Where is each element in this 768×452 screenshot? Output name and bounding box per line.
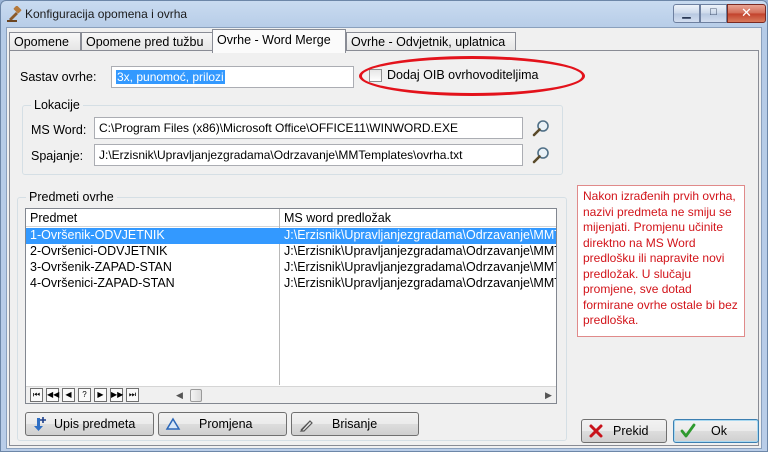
close-button[interactable]: ✕ <box>727 4 766 23</box>
table-row[interactable]: 4-Ovršenici-ZAPAD-STAN J:\Erzisnik\Uprav… <box>26 276 556 292</box>
prekid-button[interactable]: Prekid <box>581 419 667 443</box>
horizontal-scrollbar[interactable]: ◀ ▶ <box>172 388 556 403</box>
cell-predmet: 4-Ovršenici-ZAPAD-STAN <box>30 276 175 290</box>
cancel-x-icon <box>589 424 603 438</box>
first-record-icon[interactable]: ⏮ <box>30 388 43 402</box>
upis-predmeta-button[interactable]: Upis predmeta <box>25 412 154 436</box>
close-icon: ✕ <box>741 5 752 20</box>
tab-opomene-pred-tuzbu[interactable]: Opomene pred tužbu <box>81 32 213 52</box>
last-record-icon[interactable]: ⏭ <box>126 388 139 402</box>
scroll-right-icon[interactable]: ▶ <box>541 388 556 403</box>
next-page-icon[interactable]: ▶▶ <box>110 388 123 402</box>
spajanje-path-input[interactable]: J:\Erzisnik\Upravljanjezgradama\Odrzavan… <box>94 144 523 166</box>
scroll-left-icon[interactable]: ◀ <box>172 388 187 403</box>
title-bar[interactable]: Konfiguracija opomena i ovrha ▁ □ ✕ <box>1 1 767 27</box>
minimize-icon: ▁ <box>682 7 691 19</box>
tab-label: Ovrhe - Odvjetnik, uplatnica <box>351 35 506 49</box>
table-row[interactable]: 3-Ovršenik-ZAPAD-STAN J:\Erzisnik\Upravl… <box>26 260 556 276</box>
warning-note-text: Nakon izrađenih prvih ovrha, nazivi pred… <box>583 189 738 327</box>
sastav-value: 3x, punomoć, prilozi <box>116 70 225 84</box>
ms-word-path-input[interactable]: C:\Program Files (x86)\Microsoft Office\… <box>94 117 523 139</box>
scroll-thumb[interactable] <box>190 389 202 402</box>
browse-spajanje-icon[interactable] <box>532 146 550 164</box>
prev-page-icon[interactable]: ◀◀ <box>46 388 59 402</box>
spajanje-label: Spajanje: <box>31 149 84 163</box>
sastav-label: Sastav ovrhe: <box>20 70 97 84</box>
upis-predmeta-label: Upis predmeta <box>54 417 136 431</box>
browse-ms-word-icon[interactable] <box>532 119 550 137</box>
cell-predlozak: J:\Erzisnik\Upravljanjezgradama\Odrzavan… <box>284 228 556 242</box>
minimize-button[interactable]: ▁ <box>673 4 700 23</box>
spajanje-path: J:\Erzisnik\Upravljanjezgradama\Odrzavan… <box>99 148 463 162</box>
cell-predlozak: J:\Erzisnik\Upravljanjezgradama\Odrzavan… <box>284 276 556 290</box>
tab-ovrhe-word-merge[interactable]: Ovrhe - Word Merge <box>212 29 346 53</box>
warning-note: Nakon izrađenih prvih ovrha, nazivi pred… <box>577 185 745 337</box>
ms-word-path: C:\Program Files (x86)\Microsoft Office\… <box>99 121 458 135</box>
cell-predmet: 2-Ovršenici-ODVJETNIK <box>30 244 168 258</box>
lokacije-title: Lokacije <box>31 98 83 112</box>
predmeti-title: Predmeti ovrhe <box>26 190 117 204</box>
checkmark-icon <box>680 423 696 438</box>
promjena-button[interactable]: Promjena <box>158 412 287 436</box>
ok-label: Ok <box>711 424 727 438</box>
grid-navigator: ⏮ ◀◀ ◀ ? ▶ ▶▶ ⏭ ◀ ▶ <box>26 386 556 403</box>
column-header-predlozak[interactable]: MS word predložak <box>284 211 391 225</box>
edit-triangle-icon <box>165 417 181 430</box>
dialog-window: Konfiguracija opomena i ovrha ▁ □ ✕ Opom… <box>0 0 768 452</box>
column-header-predmet[interactable]: Predmet <box>30 211 77 225</box>
promjena-label: Promjena <box>199 417 253 431</box>
maximize-button[interactable]: □ <box>700 4 727 23</box>
sastav-input[interactable]: 3x, punomoć, prilozi <box>111 66 354 88</box>
maximize-icon: □ <box>710 6 717 18</box>
grid-header: Predmet MS word predložak <box>26 209 556 227</box>
highlight-ellipse <box>359 56 585 96</box>
table-row[interactable]: 2-Ovršenici-ODVJETNIK J:\Erzisnik\Upravl… <box>26 244 556 260</box>
brisanje-label: Brisanje <box>332 417 378 431</box>
tab-label: Opomene pred tužbu <box>86 35 204 49</box>
tab-label: Opomene <box>14 35 69 49</box>
cell-predmet: 1-Ovršenik-ODVJETNIK <box>30 228 165 242</box>
app-icon <box>7 6 22 22</box>
cell-predmet: 3-Ovršenik-ZAPAD-STAN <box>30 260 172 274</box>
brisanje-button[interactable]: Brisanje <box>291 412 419 436</box>
prev-record-icon[interactable]: ◀ <box>62 388 75 402</box>
next-record-icon[interactable]: ▶ <box>94 388 107 402</box>
ok-button[interactable]: Ok <box>673 419 759 443</box>
help-icon[interactable]: ? <box>78 388 91 402</box>
cell-predlozak: J:\Erzisnik\Upravljanjezgradama\Odrzavan… <box>284 244 556 258</box>
tab-ovrhe-odvjetnik-uplatnica[interactable]: Ovrhe - Odvjetnik, uplatnica <box>346 32 516 52</box>
prekid-label: Prekid <box>613 424 649 438</box>
cell-predlozak: J:\Erzisnik\Upravljanjezgradama\Odrzavan… <box>284 260 556 274</box>
ms-word-label: MS Word: <box>31 123 87 137</box>
add-icon <box>34 417 46 431</box>
tab-opomene[interactable]: Opomene <box>9 32 81 52</box>
tab-label: Ovrhe - Word Merge <box>217 33 331 47</box>
erase-icon <box>299 420 313 432</box>
window-title: Konfiguracija opomena i ovrha <box>25 7 188 21</box>
table-row[interactable]: 1-Ovršenik-ODVJETNIK J:\Erzisnik\Upravlj… <box>26 228 556 244</box>
predmeti-grid[interactable]: Predmet MS word predložak 1-Ovršenik-ODV… <box>25 208 557 404</box>
